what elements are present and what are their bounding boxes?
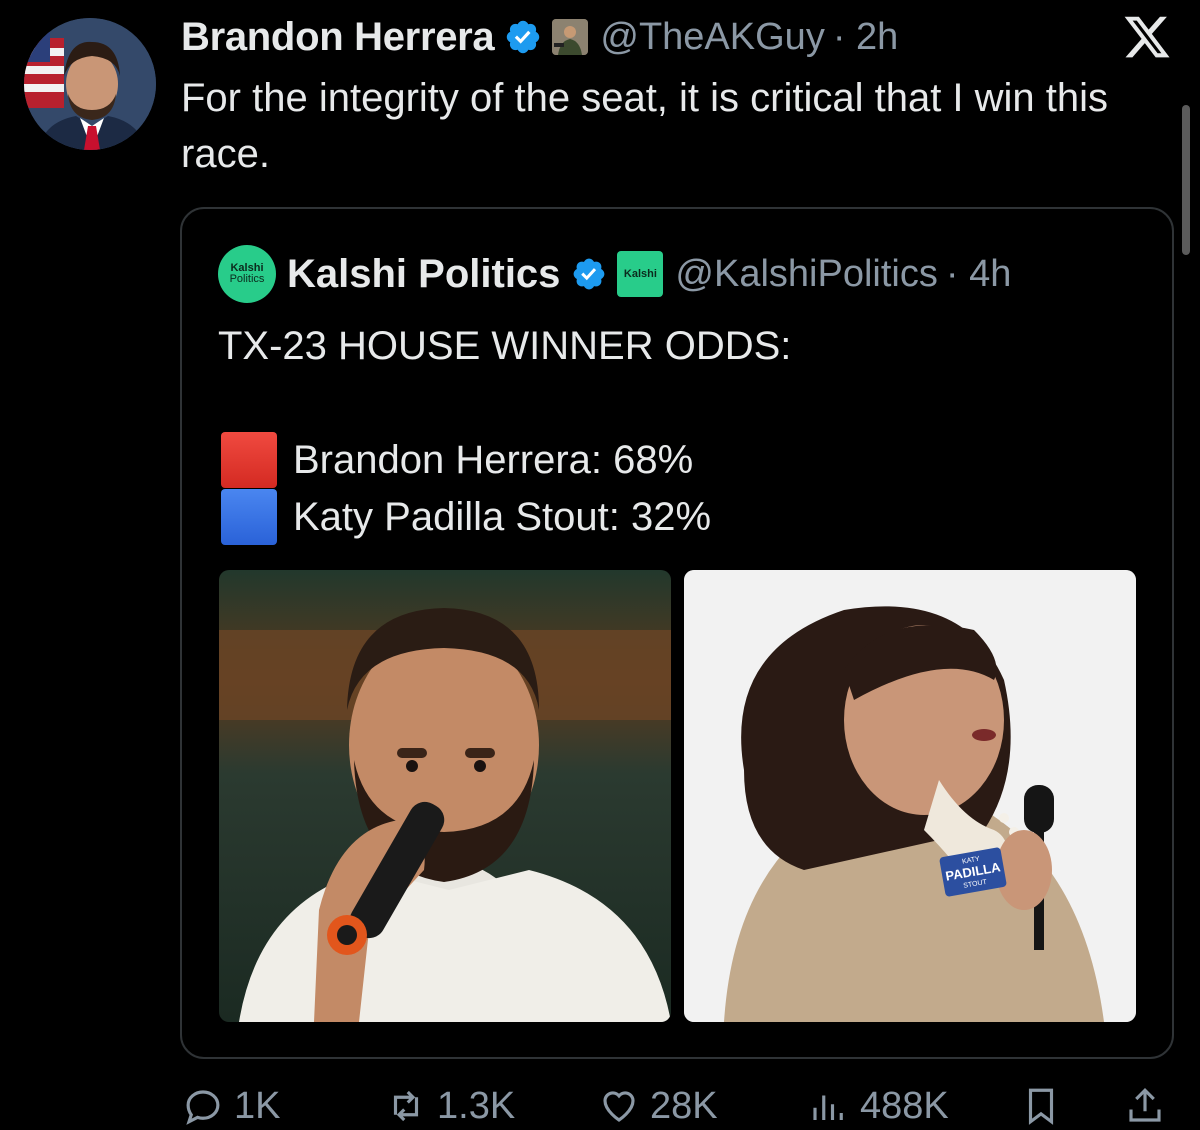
bookmark-button[interactable] xyxy=(1020,1082,1072,1130)
author-name[interactable]: Brandon Herrera xyxy=(181,15,495,60)
share-button[interactable] xyxy=(1124,1082,1176,1130)
quoted-tweet-timestamp[interactable]: · 4h xyxy=(946,253,1011,296)
tweet-action-bar: 1K 1.3K 28K 488K xyxy=(180,1082,1170,1130)
red-square-icon xyxy=(221,432,277,488)
photo-image xyxy=(219,570,671,1022)
bookmark-icon xyxy=(1028,1088,1054,1125)
affiliate-badge-text: Kalshi xyxy=(623,268,657,280)
quoted-tweet-title: TX-23 HOUSE WINNER ODDS: xyxy=(218,324,792,368)
views-button[interactable]: 488K xyxy=(808,1082,949,1130)
author-avatar[interactable] xyxy=(24,18,156,150)
x-logo-icon xyxy=(1124,16,1170,58)
tweet-timestamp[interactable]: · 2h xyxy=(833,16,898,59)
repost-count: 1.3K xyxy=(437,1084,516,1127)
reply-count: 1K xyxy=(234,1084,281,1127)
author-handle[interactable]: @TheAKGuy xyxy=(600,16,824,59)
share-icon xyxy=(1129,1088,1161,1122)
verified-badge-icon xyxy=(574,258,605,290)
odds-row-padilla-stout: Katy Padilla Stout: 32% xyxy=(221,489,711,545)
avatar-text-line-2: Politics xyxy=(229,273,265,285)
like-count: 28K xyxy=(650,1084,718,1127)
quoted-author-name[interactable]: Kalshi Politics xyxy=(287,252,560,297)
view-count: 488K xyxy=(860,1084,949,1127)
like-button[interactable]: 28K xyxy=(598,1082,718,1130)
photo-image: KATY PADILLA STOUT xyxy=(684,570,1136,1022)
quoted-tweet-header: Kalshi Politics Kalshi Politics Kalshi @… xyxy=(218,245,1011,303)
affiliate-badge-icon xyxy=(552,19,589,55)
repost-icon xyxy=(393,1090,419,1122)
odds-row-herrera: Brandon Herrera: 68% xyxy=(221,432,693,488)
odds-label: Katy Padilla Stout: 32% xyxy=(293,494,712,539)
scrollbar[interactable] xyxy=(1182,105,1190,255)
odds-label: Brandon Herrera: 68% xyxy=(293,437,694,482)
blue-square-icon xyxy=(221,489,277,545)
tweet-header: Brandon Herrera @TheAKGuy · 2h xyxy=(181,12,898,62)
heart-icon xyxy=(603,1091,635,1122)
tweet-text: For the integrity of the seat, it is cri… xyxy=(181,76,1109,176)
photo-katy-padilla-stout[interactable]: KATY PADILLA STOUT xyxy=(684,570,1136,1022)
verified-badge-icon xyxy=(507,20,540,54)
reply-button[interactable]: 1K xyxy=(182,1082,280,1130)
reply-icon xyxy=(186,1090,220,1125)
repost-button[interactable]: 1.3K xyxy=(385,1082,515,1130)
photo-brandon-herrera[interactable] xyxy=(219,570,671,1022)
quoted-author-handle[interactable]: @KalshiPolitics xyxy=(675,253,937,296)
affiliate-badge-icon: Kalshi xyxy=(617,251,664,297)
avatar-image xyxy=(24,18,156,150)
quoted-author-avatar[interactable]: Kalshi Politics xyxy=(218,245,276,303)
views-chart-icon xyxy=(813,1095,843,1120)
